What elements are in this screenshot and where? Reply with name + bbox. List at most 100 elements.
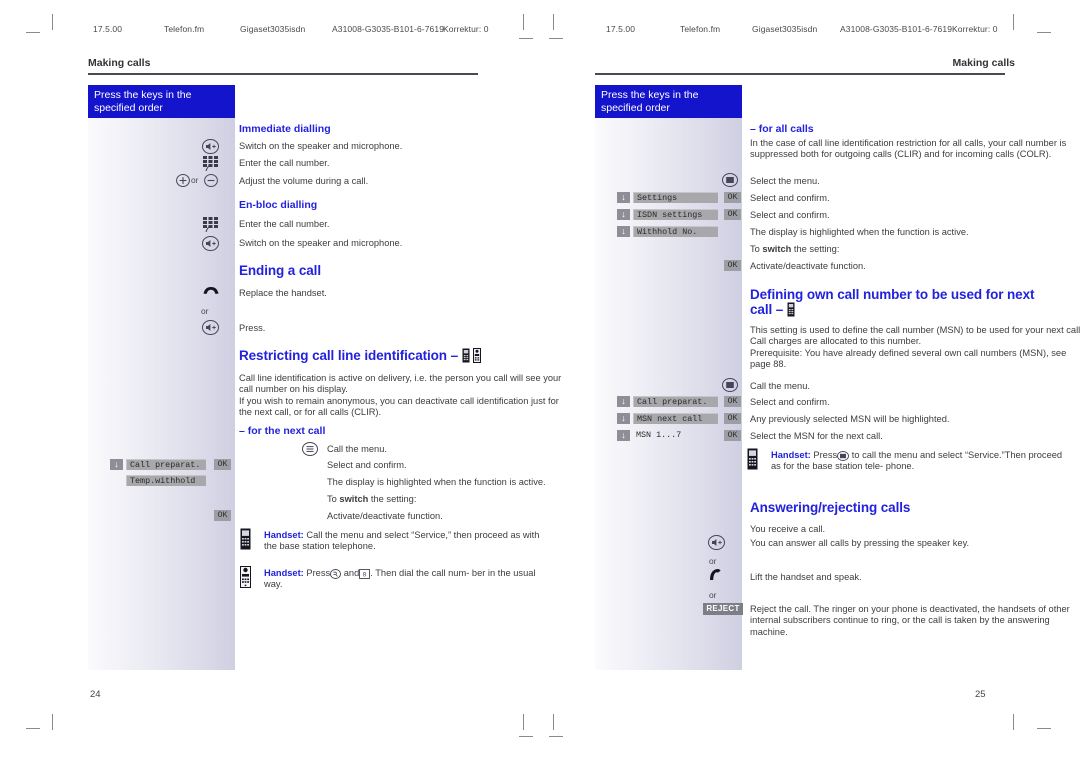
- step-allcalls-3: Select and confirm.: [750, 210, 830, 220]
- ok-key[interactable]: OK: [214, 459, 231, 470]
- heading-defining-msn-line1: Defining own call number to be used for …: [750, 287, 1035, 302]
- plus-key-icon: [176, 174, 190, 187]
- step-clir-next-2: Select and confirm.: [327, 460, 407, 470]
- running-head-right: Making calls: [952, 57, 1015, 69]
- key-instruction-line1-r: Press the keys in the: [601, 89, 699, 101]
- lcd-item-call-preparat[interactable]: Call preparat.: [126, 459, 206, 470]
- step-clir-next-4: Activate/deactivate function.: [327, 511, 443, 521]
- r-key-icon: [330, 569, 342, 579]
- ok-key-settings[interactable]: OK: [724, 192, 741, 203]
- lcd-item-settings[interactable]: Settings: [633, 192, 718, 203]
- step-msn-4: Select the MSN for the next call.: [750, 431, 883, 441]
- lcd-item-isdn-settings[interactable]: ISDN settings: [633, 209, 718, 220]
- minus-key-icon: [204, 174, 218, 187]
- heading-restricting-clir: Restricting call line identification –: [239, 348, 569, 363]
- speaker-key-icon: [202, 139, 219, 154]
- crop-mark: [52, 714, 53, 730]
- note-handset-service: Handset: Call the menu and select “Servi…: [264, 530, 552, 553]
- switch-post-r: the setting:: [791, 244, 840, 254]
- handset-cradle-icon: [202, 285, 220, 296]
- header-rule-left: [88, 73, 478, 75]
- step-allcalls-1: Select the menu.: [750, 176, 820, 186]
- menu-key-icon: [722, 173, 738, 187]
- step-clir-next-switch: To switch the setting:: [327, 494, 416, 505]
- ok-key-msn-3[interactable]: OK: [724, 430, 741, 441]
- note-msn-b: to call the menu and select: [851, 450, 963, 460]
- step-answer-3: Lift the handset and speak.: [750, 572, 862, 582]
- down-arrow-icon: ↓: [110, 459, 123, 470]
- note-handset-press: Handset: Press and 0. Then dial the call …: [264, 568, 554, 591]
- key-instruction-bar-right: Press the keys in the specified order: [595, 85, 742, 118]
- step-enbloc-2: Switch on the speaker and microphone.: [239, 238, 403, 248]
- handset-device-icon: [240, 528, 251, 550]
- switch-bold-r: switch: [762, 244, 792, 254]
- running-head-left: Making calls: [88, 57, 151, 69]
- crop-mark: [26, 728, 40, 729]
- heading-defining-msn-line2: call –: [750, 302, 784, 317]
- note-handset-label-2: Handset:: [264, 568, 304, 578]
- key-instruction-bar-left: Press the keys in the specified order: [88, 85, 235, 118]
- step-enbloc-1: Enter the call number.: [239, 219, 330, 229]
- note-press-b: and: [343, 568, 360, 578]
- menu-key-icon: [302, 442, 318, 456]
- softkey-icon: 0: [359, 569, 371, 579]
- menu-key-icon: [837, 451, 850, 461]
- ok-key-activate[interactable]: OK: [214, 510, 231, 521]
- step-ending-1: Replace the handset.: [239, 288, 327, 298]
- plus-minus-or-label: or: [191, 175, 199, 185]
- switch-post: the setting:: [368, 494, 417, 504]
- step-allcalls-5: Activate/deactivate function.: [750, 261, 866, 271]
- ok-key-isdn[interactable]: OK: [724, 209, 741, 220]
- lcd-item-msn-1-7[interactable]: MSN 1...7: [633, 430, 718, 441]
- key-instruction-line2: specified order: [94, 101, 163, 114]
- down-arrow-icon: ↓: [617, 209, 630, 220]
- heading-restricting-clir-text: Restricting call line identification –: [239, 348, 458, 363]
- switch-pre-r: To: [750, 244, 763, 254]
- lcd-item-withhold-no[interactable]: Withhold No.: [633, 226, 718, 237]
- step-immediate-3: Adjust the volume during a call.: [239, 176, 369, 186]
- key-instruction-line1: Press the keys in the: [94, 89, 192, 101]
- down-arrow-icon: ↓: [617, 192, 630, 203]
- handset-lift-icon: [708, 568, 726, 581]
- step-allcalls-switch: To switch the setting:: [750, 244, 839, 255]
- lcd-item-msn-next-call[interactable]: MSN next call: [633, 413, 718, 424]
- crop-mark: [26, 32, 40, 33]
- step-ending-2: Press.: [239, 323, 266, 333]
- note-msn-line3: phone.: [885, 461, 915, 472]
- for-all-calls-intro: In the case of call line identification …: [750, 138, 1067, 160]
- step-allcalls-2: Select and confirm.: [750, 193, 830, 203]
- left-page: Making calls Press the keys in the speci…: [88, 0, 588, 763]
- manual-spread: 17.5.00 Telefon.fm Gigaset3035isdn A3100…: [0, 0, 1080, 763]
- step-clir-next-3: The display is highlighted when the func…: [327, 477, 546, 487]
- menu-key-icon: [722, 378, 738, 392]
- key-instruction-line2-r: specified order: [601, 101, 670, 114]
- heading-ending-a-call: Ending a call: [239, 263, 321, 278]
- heading-for-the-next-call: – for the next call: [239, 425, 326, 437]
- speaker-key-icon: [202, 236, 219, 251]
- reject-key[interactable]: REJECT: [703, 603, 743, 615]
- handset-device-icon: [462, 348, 470, 363]
- lcd-item-call-preparat-r[interactable]: Call preparat.: [633, 396, 718, 407]
- note-msn-a: Press: [813, 450, 838, 460]
- lcd-item-temp-withhold[interactable]: Temp.withhold: [126, 475, 206, 486]
- switch-pre: To: [327, 494, 340, 504]
- base-device-icon: [240, 566, 251, 588]
- restricting-clir-intro: Call line identification is active on de…: [239, 373, 562, 418]
- ok-key-activate-r[interactable]: OK: [724, 260, 741, 271]
- defining-msn-intro: This setting is used to define the call …: [750, 325, 1080, 370]
- ok-key-msn-2[interactable]: OK: [724, 413, 741, 424]
- note-handset-label: Handset:: [264, 530, 304, 540]
- step-answer-4: Reject the call. The ringer on your phon…: [750, 604, 1070, 637]
- step-msn-1: Call the menu.: [750, 381, 810, 391]
- heading-defining-msn: Defining own call number to be used for …: [750, 287, 1080, 317]
- step-msn-2: Select and confirm.: [750, 397, 830, 407]
- heading-en-bloc-dialling: En-bloc dialling: [239, 199, 318, 211]
- keypad-icon: [203, 217, 218, 232]
- keypad-icon: [203, 156, 218, 171]
- step-answer-1: You receive a call.: [750, 524, 826, 534]
- step-msn-3: Any previously selected MSN will be high…: [750, 414, 950, 424]
- ok-key-msn-1[interactable]: OK: [724, 396, 741, 407]
- header-rule-right: [595, 73, 1005, 75]
- step-immediate-2: Enter the call number.: [239, 158, 330, 168]
- down-arrow-icon: ↓: [617, 226, 630, 237]
